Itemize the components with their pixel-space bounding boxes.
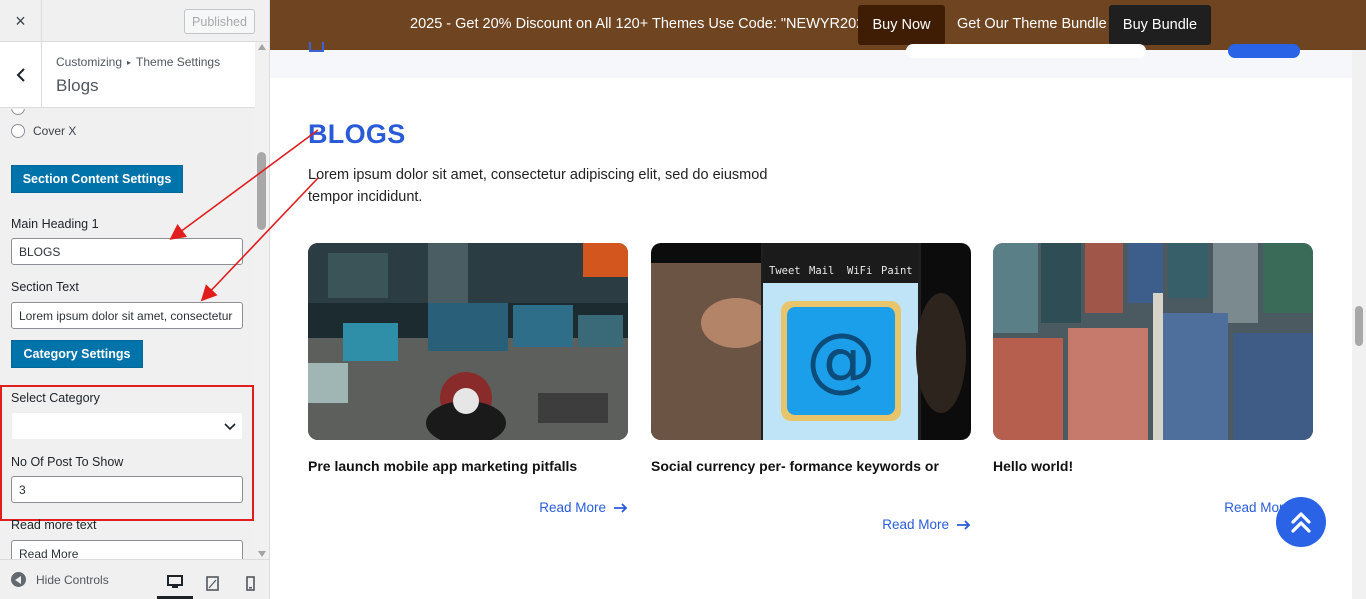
main-heading-label: Main Heading 1	[11, 217, 99, 231]
back-button[interactable]	[0, 42, 42, 108]
publish-button[interactable]: Published	[184, 9, 255, 34]
collapse-icon	[11, 572, 26, 587]
search-bar[interactable]	[906, 44, 1146, 58]
post-count-label: No Of Post To Show	[11, 455, 124, 469]
blog-post-title[interactable]: Hello world!	[993, 458, 1313, 475]
chevron-left-icon	[16, 68, 25, 82]
breadcrumb: Customizing ▸ Theme Settings	[56, 55, 220, 69]
desktop-preview-button[interactable]	[157, 568, 193, 599]
promo-text: 2025 - Get 20% Discount on All 120+ Them…	[410, 16, 878, 32]
bundle-text: Get Our Theme Bundle	[957, 16, 1107, 32]
radio-button[interactable]	[11, 124, 25, 138]
blog-post-title[interactable]: Pre launch mobile app marketing pitfalls	[308, 458, 628, 475]
read-more-text-label: Read more text	[11, 518, 97, 532]
phone-app-label: Mail	[809, 265, 834, 277]
chevron-down-icon	[224, 423, 236, 431]
read-more-link[interactable]: Read More	[539, 500, 628, 515]
phone-email-app-photo[interactable]: Tweet Mail WiFi Paint @	[651, 243, 971, 440]
tablet-preview-button[interactable]	[194, 568, 230, 599]
breadcrumb-separator: ▸	[127, 58, 132, 67]
read-more-label: Read More	[882, 517, 949, 532]
breadcrumb-item: Customizing	[56, 55, 123, 69]
blog-section-heading: BLOGS	[308, 119, 406, 149]
mobile-preview-button[interactable]	[232, 568, 268, 599]
sidebar-scrollbar[interactable]	[255, 42, 269, 559]
double-chevron-up-icon	[1291, 512, 1311, 533]
customizer-footer: Hide Controls	[0, 559, 269, 599]
radio-label: Cover X	[33, 124, 77, 138]
select-category-label: Select Category	[11, 391, 100, 405]
scrollbar-thumb[interactable]	[257, 152, 266, 230]
radio-option-cover-x[interactable]: Cover X	[11, 124, 76, 138]
promo-banner: 2025 - Get 20% Discount on All 120+ Them…	[270, 0, 1366, 50]
site-preview: 2025 - Get 20% Discount on All 120+ Them…	[270, 0, 1366, 599]
breadcrumb-item: Theme Settings	[136, 55, 221, 69]
phone-app-label: Tweet	[769, 265, 801, 277]
close-customizer-button[interactable]: ×	[0, 0, 42, 42]
blog-section-text: Lorem ipsum dolor sit amet, consectetur …	[308, 167, 768, 205]
section-title: Blogs	[56, 76, 99, 95]
back-to-top-button[interactable]	[1276, 497, 1326, 547]
buy-now-button[interactable]: Buy Now	[858, 5, 945, 45]
hide-controls-button[interactable]: Hide Controls	[11, 572, 109, 587]
phone-app-label: Paint	[881, 265, 913, 277]
desktop-icon	[167, 575, 183, 588]
section-text-label: Section Text	[11, 280, 79, 294]
at-sign-icon: @	[806, 318, 876, 400]
blog-post-title[interactable]: Social currency per- formance keywords o…	[651, 458, 971, 475]
preview-scrollbar[interactable]	[1352, 50, 1366, 599]
post-count-input[interactable]: 3	[11, 476, 243, 503]
shipping-containers-photo[interactable]	[993, 243, 1313, 440]
tablet-icon	[205, 576, 219, 591]
customizer-header: × Published	[0, 0, 269, 42]
header-button[interactable]	[1228, 44, 1300, 58]
mobile-icon	[245, 576, 255, 591]
section-content-settings-button[interactable]: Section Content Settings	[11, 165, 183, 193]
arrow-right-icon	[957, 519, 971, 530]
hide-controls-label: Hide Controls	[36, 572, 109, 587]
scrollbar-thumb[interactable]	[1355, 306, 1363, 346]
customizer-sidebar: × Published Customizing ▸ Theme Settings B…	[0, 0, 270, 599]
arrow-right-icon	[614, 502, 628, 513]
hacker-workspace-photo[interactable]	[308, 243, 628, 440]
cart-icon[interactable]	[309, 42, 324, 52]
buy-bundle-button[interactable]: Buy Bundle	[1109, 5, 1211, 45]
section-title-bar: Customizing ▸ Theme Settings Blogs	[0, 42, 255, 108]
controls-panel: Cover X Section Content Settings Main He…	[0, 109, 255, 559]
phone-app-label: WiFi	[847, 265, 872, 277]
read-more-text-input[interactable]: Read More	[11, 540, 243, 559]
read-more-label: Read More	[539, 500, 606, 515]
main-heading-input[interactable]: BLOGS	[11, 238, 243, 265]
radio-option-previous[interactable]	[11, 109, 25, 115]
category-settings-button[interactable]: Category Settings	[11, 340, 143, 368]
section-text-input[interactable]: Lorem ipsum dolor sit amet, consectetur	[11, 302, 243, 329]
select-category-dropdown[interactable]	[11, 412, 243, 440]
site-header-partial	[270, 42, 1352, 78]
scroll-up-icon[interactable]	[258, 44, 266, 50]
read-more-link[interactable]: Read More	[882, 517, 971, 532]
close-icon: ×	[15, 10, 26, 31]
scroll-down-icon[interactable]	[258, 551, 266, 557]
